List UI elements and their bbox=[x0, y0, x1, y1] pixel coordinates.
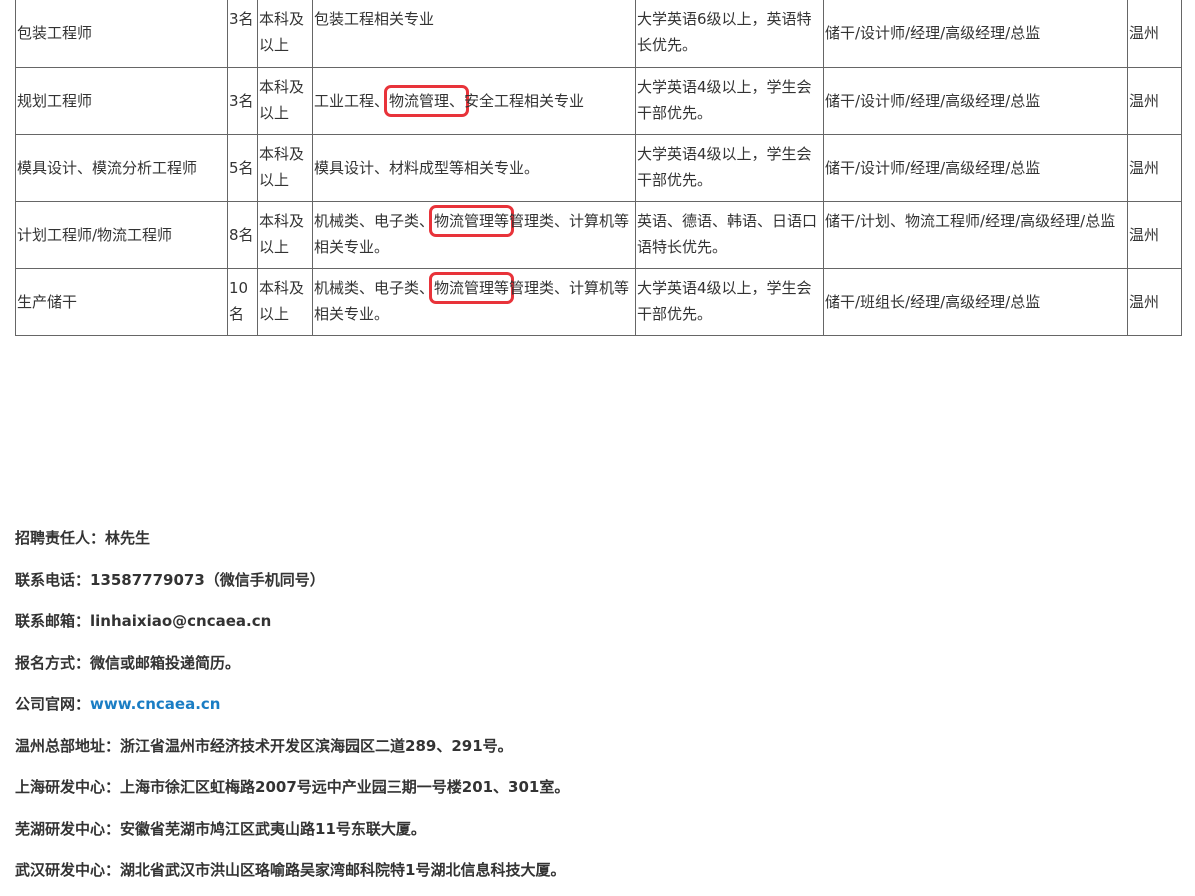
website-line: 公司官网：www.cncaea.cn bbox=[15, 688, 1175, 730]
career-path-cell: 储干/设计师/经理/高级经理/总监 bbox=[823, 133, 1128, 202]
language-cell: 大学英语6级以上，英语特长优先。 bbox=[635, 0, 824, 68]
headcount-cell: 3名 bbox=[227, 0, 258, 68]
education-cell: 本科及以上 bbox=[257, 267, 313, 336]
table-row: 计划工程师/物流工程师 8名 本科及以上 机械类、电子类、物流管理等管理类、计算… bbox=[15, 200, 1182, 269]
education-cell: 本科及以上 bbox=[257, 0, 313, 68]
email-line: 联系邮箱：linhaixiao@cncaea.cn bbox=[15, 612, 272, 630]
location-cell: 温州 bbox=[1127, 133, 1182, 202]
location-cell: 温州 bbox=[1127, 267, 1182, 336]
job-title-cell: 模具设计、模流分析工程师 bbox=[15, 133, 228, 202]
apply-method-line: 报名方式：微信或邮箱投递简历。 bbox=[15, 653, 241, 672]
major-text: 包装工程相关专业 bbox=[314, 10, 435, 28]
major-cell: 模具设计、材料成型等相关专业。 bbox=[312, 133, 636, 202]
hq-address-line: 温州总部地址：浙江省温州市经济技术开发区滨海园区二道289、291号。 bbox=[15, 736, 513, 755]
major-cell: 机械类、电子类、物流管理等管理类、计算机等相关专业。 bbox=[312, 200, 636, 269]
language-cell: 大学英语4级以上，学生会干部优先。 bbox=[635, 66, 824, 135]
location-cell: 温州 bbox=[1127, 66, 1182, 135]
job-title-cell: 规划工程师 bbox=[15, 66, 228, 135]
major-text: 安全工程相关专业 bbox=[464, 91, 585, 110]
website-link[interactable]: www.cncaea.cn bbox=[90, 695, 220, 713]
career-path-cell: 储干/设计师/经理/高级经理/总监 bbox=[823, 0, 1128, 68]
headcount-cell: 3名 bbox=[227, 66, 258, 135]
headcount-cell: 8名 bbox=[227, 200, 258, 269]
job-title-cell: 计划工程师/物流工程师 bbox=[15, 200, 228, 269]
major-text: 机械类、电子类、 bbox=[314, 278, 435, 297]
location-cell: 温州 bbox=[1127, 0, 1182, 68]
wuhu-center-line: 芜湖研发中心：安徽省芜湖市鸠江区武夷山路11号东联大厦。 bbox=[15, 819, 426, 838]
language-cell: 大学英语4级以上，学生会干部优先。 bbox=[635, 267, 824, 336]
headcount-cell: 5名 bbox=[227, 133, 258, 202]
job-title-cell: 包装工程师 bbox=[15, 0, 228, 68]
language-cell: 大学英语4级以上，学生会干部优先。 bbox=[635, 133, 824, 202]
table-row: 规划工程师 3名 本科及以上 工业工程、物流管理、安全工程相关专业 大学英语4级… bbox=[15, 66, 1182, 135]
location-cell: 温州 bbox=[1127, 200, 1182, 269]
major-cell: 工业工程、物流管理、安全工程相关专业 bbox=[312, 66, 636, 135]
headcount-cell: 10名 bbox=[227, 267, 258, 336]
major-text: 工业工程、 bbox=[314, 91, 390, 110]
highlight-box: 物流管理等 bbox=[429, 204, 515, 237]
language-cell: 英语、德语、韩语、日语口语特长优先。 bbox=[635, 200, 824, 269]
career-path-cell: 储干/计划、物流工程师/经理/高级经理/总监 bbox=[823, 200, 1128, 269]
job-table: 包装工程师 3名 本科及以上 包装工程相关专业 大学英语6级以上，英语特长优先。… bbox=[15, 0, 1182, 336]
career-path-cell: 储干/班组长/经理/高级经理/总监 bbox=[823, 267, 1128, 336]
wuhan-center-line: 武汉研发中心：湖北省武汉市洪山区珞喻路吴家湾邮科院特1号湖北信息科技大厦。 bbox=[15, 861, 566, 879]
job-title-cell: 生产储干 bbox=[15, 267, 228, 336]
table-row: 模具设计、模流分析工程师 5名 本科及以上 模具设计、材料成型等相关专业。 大学… bbox=[15, 133, 1182, 202]
phone-line: 联系电话：13587779073（微信手机同号） bbox=[15, 570, 325, 589]
education-cell: 本科及以上 bbox=[257, 133, 313, 202]
education-cell: 本科及以上 bbox=[257, 200, 313, 269]
contact-info: 招聘责任人：林先生 联系电话：13587779073（微信手机同号） 联系邮箱：… bbox=[15, 522, 1175, 896]
career-path-cell: 储干/设计师/经理/高级经理/总监 bbox=[823, 66, 1128, 135]
table-row: 包装工程师 3名 本科及以上 包装工程相关专业 大学英语6级以上，英语特长优先。… bbox=[15, 0, 1182, 68]
education-cell: 本科及以上 bbox=[257, 66, 313, 135]
major-text: 模具设计、材料成型等相关专业。 bbox=[314, 158, 540, 177]
highlight-box: 物流管理等 bbox=[429, 271, 515, 304]
recruiter-line: 招聘责任人：林先生 bbox=[15, 529, 151, 547]
shanghai-center-line: 上海研发中心：上海市徐汇区虹梅路2007号远中产业园三期一号楼201、301室。 bbox=[15, 778, 570, 796]
website-label: 公司官网： bbox=[15, 695, 91, 713]
major-cell: 机械类、电子类、物流管理等管理类、计算机等相关专业。 bbox=[312, 267, 636, 336]
major-cell: 包装工程相关专业 bbox=[312, 0, 636, 68]
table-row: 生产储干 10名 本科及以上 机械类、电子类、物流管理等管理类、计算机等相关专业… bbox=[15, 267, 1182, 336]
major-text: 机械类、电子类、 bbox=[314, 211, 435, 230]
highlight-box: 物流管理、 bbox=[384, 84, 470, 117]
